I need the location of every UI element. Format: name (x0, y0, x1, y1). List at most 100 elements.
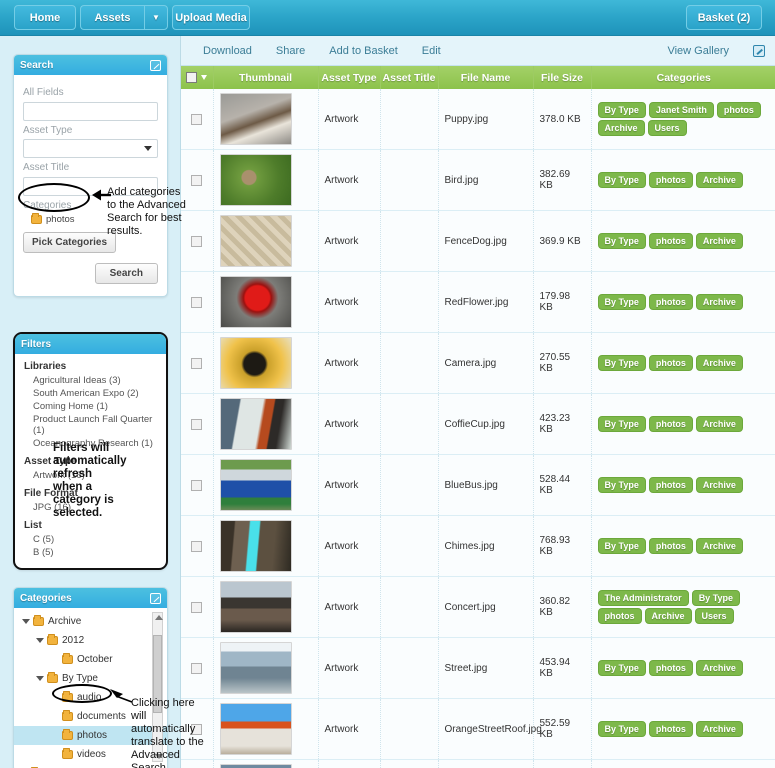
category-tag[interactable]: By Type (597, 233, 646, 249)
category-tree-node[interactable]: Archive (14, 612, 167, 631)
row-checkbox[interactable] (191, 601, 203, 613)
category-tag[interactable]: By Type (691, 590, 741, 606)
select-all-checkbox[interactable] (186, 72, 198, 83)
download-link[interactable]: Download (191, 45, 264, 57)
edit-icon[interactable] (753, 44, 765, 57)
category-tag[interactable]: photos (597, 608, 642, 624)
row-checkbox[interactable] (191, 357, 203, 369)
category-tag[interactable]: Archive (597, 120, 645, 136)
category-tag[interactable]: photos (648, 721, 693, 737)
category-tag[interactable]: Archive (695, 172, 743, 188)
street-thumbnail[interactable] (219, 642, 292, 694)
row-checkbox[interactable] (191, 418, 203, 430)
category-tag[interactable]: By Type (597, 294, 646, 310)
puppy-thumbnail[interactable] (219, 93, 292, 145)
column-header-thumbnail[interactable]: Thumbnail (213, 66, 319, 89)
category-tag[interactable]: Archive (695, 477, 743, 493)
category-tag[interactable]: By Type (597, 477, 646, 493)
table-row[interactable]: Artwork BlueBus.jpg 528.44 KB By Type photos… (181, 454, 775, 516)
edit-link[interactable]: Edit (410, 45, 453, 57)
column-header-categories[interactable]: Categories (591, 66, 775, 89)
row-checkbox[interactable] (191, 296, 203, 308)
category-tag[interactable]: The Administrator (597, 590, 689, 606)
table-row[interactable]: Artwork OrangeStreetRoof.jpg 552.59 KB By T… (181, 698, 775, 760)
category-tag[interactable]: By Type (597, 172, 646, 188)
category-tag[interactable]: Users (694, 608, 734, 624)
category-tag[interactable]: photos (716, 102, 761, 118)
category-tag[interactable]: Archive (644, 608, 692, 624)
category-tree-node[interactable]: October (14, 650, 167, 669)
filter-item[interactable]: C (5) (24, 533, 157, 546)
nav-upload-media-button[interactable]: Upload Media (172, 5, 250, 30)
bird-thumbnail[interactable] (219, 154, 292, 206)
column-header-asset-type[interactable]: Asset Type (318, 66, 381, 89)
scroll-up-icon[interactable] (155, 615, 163, 620)
category-tag[interactable]: photos (648, 172, 693, 188)
nav-basket-button[interactable]: Basket (2) (686, 5, 762, 30)
category-tag[interactable]: photos (648, 294, 693, 310)
category-tag[interactable]: photos (648, 477, 693, 493)
orangestreetroof-thumbnail[interactable] (219, 703, 292, 755)
search-button[interactable]: Search (94, 263, 158, 284)
table-row[interactable]: Artwork RedFlower.jpg 179.98 KB By Type phot… (181, 271, 775, 333)
column-header-file-name[interactable]: File Name (438, 66, 534, 89)
category-tag[interactable]: By Type (597, 721, 646, 737)
table-row[interactable]: Artworkcats swimmingSurfferGirl.jpg287.9… (181, 759, 775, 768)
category-tag[interactable]: Archive (695, 538, 743, 554)
view-gallery-link[interactable]: View Gallery (655, 45, 741, 57)
filter-item[interactable]: South American Expo (2) (24, 387, 157, 400)
chimes-thumbnail[interactable] (219, 520, 292, 572)
table-row[interactable]: Artwork Puppy.jpg 378.0 KB By Type Janet Smi… (181, 89, 775, 150)
add-to-basket-link[interactable]: Add to Basket (317, 45, 410, 57)
row-checkbox[interactable] (191, 662, 203, 674)
table-row[interactable]: Artwork Street.jpg 453.94 KB By Type photos A… (181, 637, 775, 699)
fencedog-thumbnail[interactable] (219, 215, 292, 267)
row-checkbox[interactable] (191, 113, 203, 125)
category-tag[interactable]: photos (648, 233, 693, 249)
category-tag[interactable]: Archive (695, 294, 743, 310)
row-checkbox[interactable] (191, 540, 203, 552)
category-tag[interactable]: By Type (597, 416, 646, 432)
category-tag[interactable]: photos (648, 416, 693, 432)
filter-item[interactable]: Product Launch Fall Quarter (1) (24, 413, 157, 437)
pick-categories-button[interactable]: Pick Categories (23, 232, 117, 253)
twisty-expanded-icon[interactable] (36, 638, 44, 643)
category-tree-node[interactable]: 2012 (14, 631, 167, 650)
row-checkbox[interactable] (191, 174, 203, 186)
column-header-file-size[interactable]: File Size (533, 66, 592, 89)
category-tag[interactable]: Archive (695, 355, 743, 371)
redflower-thumbnail[interactable] (219, 276, 292, 328)
camera-thumbnail[interactable] (219, 337, 292, 389)
bluebus-thumbnail[interactable] (219, 459, 292, 511)
twisty-expanded-icon[interactable] (36, 676, 44, 681)
table-row[interactable]: Artwork Chimes.jpg 768.93 KB By Type photos A… (181, 515, 775, 577)
twisty-expanded-icon[interactable] (22, 619, 30, 624)
chevron-down-icon[interactable] (201, 75, 208, 80)
table-row[interactable]: Artwork Bird.jpg 382.69 KB By Type photos Arc… (181, 149, 775, 211)
row-checkbox[interactable] (191, 479, 203, 491)
category-tag[interactable]: photos (648, 538, 693, 554)
category-tag[interactable]: Archive (695, 660, 743, 676)
row-checkbox[interactable] (191, 235, 203, 247)
category-tag[interactable]: By Type (597, 355, 646, 371)
asset-type-select[interactable] (23, 139, 158, 158)
edit-icon[interactable] (150, 59, 161, 71)
category-tag[interactable]: Archive (695, 721, 743, 737)
filter-item[interactable]: B (5) (24, 546, 157, 559)
filter-item[interactable]: Coming Home (1) (24, 400, 157, 413)
all-fields-input[interactable] (23, 102, 158, 121)
share-link[interactable]: Share (264, 45, 317, 57)
column-header-asset-title[interactable]: Asset Title (380, 66, 439, 89)
nav-assets-button[interactable]: Assets (80, 5, 144, 30)
concert-thumbnail[interactable] (219, 581, 292, 633)
table-row[interactable]: Artwork Camera.jpg 270.55 KB By Type photos A… (181, 332, 775, 394)
filter-item[interactable]: Agricultural Ideas (3) (24, 374, 157, 387)
surffergirl-thumbnail[interactable] (219, 764, 292, 768)
table-row[interactable]: Artwork CoffieCup.jpg 423.23 KB By Type phot… (181, 393, 775, 455)
category-tag[interactable]: Archive (695, 233, 743, 249)
category-tag[interactable]: By Type (597, 660, 646, 676)
category-tag[interactable]: Janet Smith (648, 102, 714, 118)
nav-assets-dropdown-caret-icon[interactable]: ▼ (144, 5, 168, 30)
category-tag[interactable]: Users (647, 120, 687, 136)
edit-icon[interactable] (150, 592, 161, 604)
